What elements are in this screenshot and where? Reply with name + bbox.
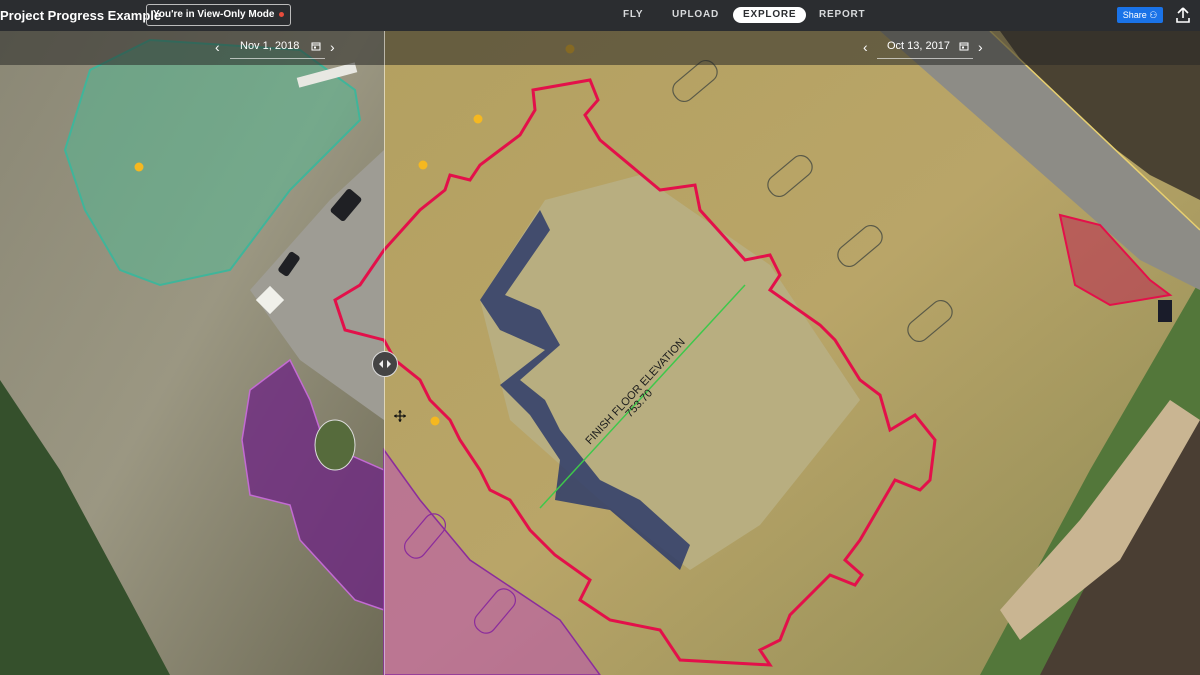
tab-fly[interactable]: FLY bbox=[623, 7, 643, 23]
structure bbox=[1158, 300, 1172, 322]
chevron-left-icon[interactable]: ‹ bbox=[863, 40, 875, 54]
right-date-picker[interactable]: ‹ Oct 13, 2017 › bbox=[863, 37, 993, 59]
landscape-island bbox=[314, 419, 356, 471]
marker-dot[interactable] bbox=[430, 416, 440, 426]
site-map[interactable]: FINISH FLOOR ELEVATION 753.70 bbox=[0, 0, 1200, 675]
top-navigation-bar: Project Progress Example You're in View-… bbox=[0, 0, 1200, 31]
view-only-badge[interactable]: You're in View-Only Mode bbox=[146, 4, 292, 26]
move-cursor-icon bbox=[394, 410, 406, 422]
share-button[interactable]: Share ⚇ bbox=[1117, 7, 1163, 23]
marker-dot[interactable] bbox=[418, 160, 428, 170]
calendar-icon[interactable] bbox=[311, 41, 321, 51]
calendar-icon[interactable] bbox=[959, 41, 969, 51]
chevron-right-icon[interactable]: › bbox=[978, 40, 990, 54]
add-user-icon: ⚇ bbox=[1149, 10, 1158, 20]
tab-explore[interactable]: EXPLORE bbox=[733, 7, 807, 23]
left-date-picker[interactable]: ‹ Nov 1, 2018 › bbox=[215, 37, 340, 59]
project-title: Project Progress Example bbox=[0, 8, 162, 23]
tab-upload[interactable]: UPLOAD bbox=[672, 7, 719, 23]
status-dot-icon bbox=[279, 11, 285, 17]
right-date[interactable]: Oct 13, 2017 bbox=[887, 40, 950, 52]
chevron-right-icon[interactable]: › bbox=[330, 40, 342, 54]
upload-icon[interactable] bbox=[1175, 6, 1191, 24]
compare-date-bar: ‹ Nov 1, 2018 › ‹ Oct 13, 2017 › bbox=[0, 31, 1200, 65]
chevron-left-icon[interactable]: ‹ bbox=[215, 40, 227, 54]
left-date[interactable]: Nov 1, 2018 bbox=[240, 40, 299, 52]
drag-arrows-icon bbox=[379, 360, 391, 368]
tab-report[interactable]: REPORT bbox=[819, 7, 865, 23]
marker-dot[interactable] bbox=[473, 114, 483, 124]
marker-dot[interactable] bbox=[134, 162, 144, 172]
compare-slider-handle[interactable] bbox=[372, 351, 398, 377]
